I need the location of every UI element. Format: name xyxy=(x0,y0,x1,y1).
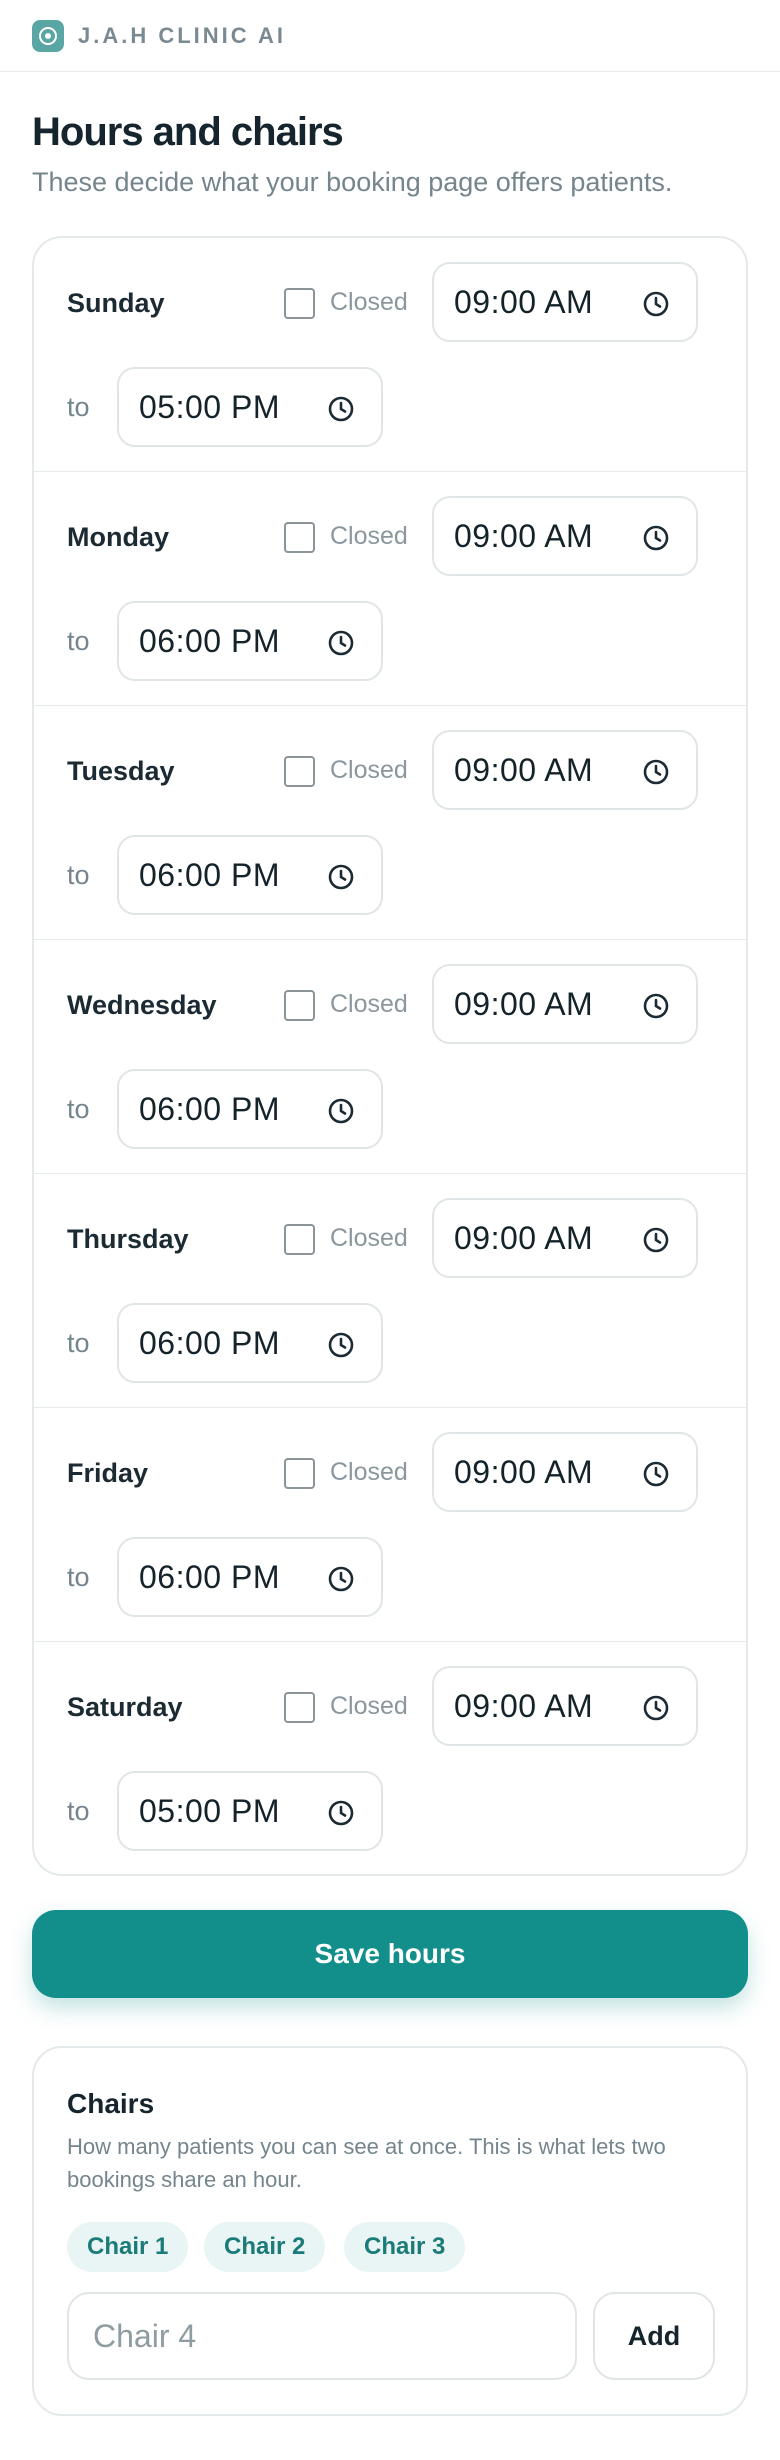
clock-icon[interactable] xyxy=(327,863,355,891)
clock-icon[interactable] xyxy=(327,395,355,423)
save-hours-button[interactable]: Save hours xyxy=(32,1910,748,1998)
chairs-description: How many patients you can see at once. T… xyxy=(67,2134,666,2192)
open-time-input[interactable]: 09:00 AM xyxy=(432,1666,698,1746)
clock-icon[interactable] xyxy=(327,1331,355,1359)
day-name: Saturday xyxy=(67,1692,183,1722)
to-label: to xyxy=(67,1562,90,1592)
clock-icon[interactable] xyxy=(642,1694,670,1722)
clock-icon[interactable] xyxy=(642,1226,670,1254)
new-chair-input[interactable] xyxy=(67,2292,577,2380)
chair-chip[interactable]: Chair 1 xyxy=(67,2222,189,2272)
day-name: Tuesday xyxy=(67,756,175,786)
closed-label: Closed xyxy=(330,1692,408,1720)
open-time-input[interactable]: 09:00 AM xyxy=(432,262,698,342)
close-time-value: 06:00 PM xyxy=(139,857,280,893)
closed-checkbox[interactable] xyxy=(284,288,315,319)
open-time-value: 09:00 AM xyxy=(454,1688,594,1724)
open-time-input[interactable]: 09:00 AM xyxy=(432,964,698,1044)
close-time-input[interactable]: 06:00 PM xyxy=(117,1303,383,1383)
brand-name: J.A.H CLINIC AI xyxy=(78,22,286,48)
closed-label: Closed xyxy=(330,1224,408,1252)
chairs-card: Chairs How many patients you can see at … xyxy=(32,2046,748,2416)
clock-icon[interactable] xyxy=(642,524,670,552)
closed-checkbox[interactable] xyxy=(284,1692,315,1723)
closed-label: Closed xyxy=(330,1458,408,1486)
clock-icon[interactable] xyxy=(327,629,355,657)
to-label: to xyxy=(67,626,90,656)
page-subtitle: These decide what your booking page offe… xyxy=(32,167,673,197)
closed-label: Closed xyxy=(330,288,408,316)
day-row-friday: Friday Closed 09:00 AM to 06:00 PM xyxy=(34,1408,746,1642)
close-time-value: 06:00 PM xyxy=(139,1559,280,1595)
day-name: Wednesday xyxy=(67,990,217,1020)
closed-label: Closed xyxy=(330,756,408,784)
open-time-input[interactable]: 09:00 AM xyxy=(432,730,698,810)
close-time-input[interactable]: 06:00 PM xyxy=(117,1069,383,1149)
to-label: to xyxy=(67,1094,90,1124)
day-row-thursday: Thursday Closed 09:00 AM to 06:00 PM xyxy=(34,1174,746,1408)
clock-icon[interactable] xyxy=(642,1460,670,1488)
open-time-value: 09:00 AM xyxy=(454,284,594,320)
close-time-input[interactable]: 06:00 PM xyxy=(117,835,383,915)
day-row-saturday: Saturday Closed 09:00 AM to 05:00 PM xyxy=(34,1642,746,1874)
closed-checkbox[interactable] xyxy=(284,1458,315,1489)
open-time-value: 09:00 AM xyxy=(454,1454,594,1490)
close-time-input[interactable]: 05:00 PM xyxy=(117,367,383,447)
closed-label: Closed xyxy=(330,990,408,1018)
day-row-monday: Monday Closed 09:00 AM to 06:00 PM xyxy=(34,472,746,706)
open-time-value: 09:00 AM xyxy=(454,1220,594,1256)
to-label: to xyxy=(67,392,90,422)
closed-checkbox[interactable] xyxy=(284,990,315,1021)
open-time-value: 09:00 AM xyxy=(454,518,594,554)
page-title: Hours and chairs xyxy=(32,110,344,154)
close-time-value: 05:00 PM xyxy=(139,1793,280,1829)
add-chair-button[interactable]: Add xyxy=(593,2292,715,2380)
chairs-title: Chairs xyxy=(67,2088,155,2119)
chair-chip[interactable]: Chair 2 xyxy=(204,2222,326,2272)
clinic-logo-icon xyxy=(32,19,64,52)
close-time-value: 06:00 PM xyxy=(139,1325,280,1361)
day-row-wednesday: Wednesday Closed 09:00 AM to 06:00 PM xyxy=(34,940,746,1174)
to-label: to xyxy=(67,1796,90,1826)
closed-checkbox[interactable] xyxy=(284,756,315,787)
close-time-value: 05:00 PM xyxy=(139,389,280,425)
open-time-value: 09:00 AM xyxy=(454,986,594,1022)
day-name: Sunday xyxy=(67,288,165,318)
open-time-input[interactable]: 09:00 AM xyxy=(432,496,698,576)
day-name: Friday xyxy=(67,1458,149,1488)
closed-checkbox[interactable] xyxy=(284,522,315,553)
day-row-sunday: Sunday Closed 09:00 AM to 05:00 PM xyxy=(34,238,746,472)
close-time-input[interactable]: 06:00 PM xyxy=(117,601,383,681)
to-label: to xyxy=(67,860,90,890)
chair-chip[interactable]: Chair 3 xyxy=(344,2222,466,2272)
day-row-tuesday: Tuesday Closed 09:00 AM to 06:00 PM xyxy=(34,706,746,940)
closed-label: Closed xyxy=(330,522,408,550)
day-name: Monday xyxy=(67,522,170,552)
clock-icon[interactable] xyxy=(327,1799,355,1827)
open-time-input[interactable]: 09:00 AM xyxy=(432,1198,698,1278)
clock-icon[interactable] xyxy=(327,1565,355,1593)
clock-icon[interactable] xyxy=(327,1097,355,1125)
to-label: to xyxy=(67,1328,90,1358)
closed-checkbox[interactable] xyxy=(284,1224,315,1255)
close-time-input[interactable]: 05:00 PM xyxy=(117,1771,383,1851)
clock-icon[interactable] xyxy=(642,290,670,318)
close-time-value: 06:00 PM xyxy=(139,1091,280,1127)
clock-icon[interactable] xyxy=(642,758,670,786)
top-bar: J.A.H CLINIC AI xyxy=(0,0,780,72)
close-time-value: 06:00 PM xyxy=(139,623,280,659)
hours-card: Sunday Closed 09:00 AM to 05:00 PM Monda… xyxy=(32,236,748,1876)
open-time-input[interactable]: 09:00 AM xyxy=(432,1432,698,1512)
clock-icon[interactable] xyxy=(642,992,670,1020)
close-time-input[interactable]: 06:00 PM xyxy=(117,1537,383,1617)
day-name: Thursday xyxy=(67,1224,189,1254)
open-time-value: 09:00 AM xyxy=(454,752,594,788)
